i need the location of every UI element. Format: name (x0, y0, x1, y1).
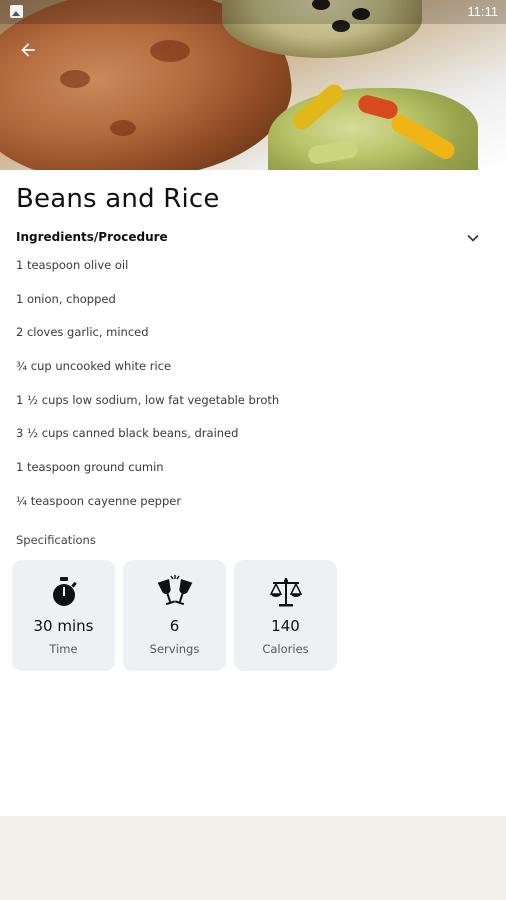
ingredient-item: 3 ½ cups canned black beans, drained (16, 426, 239, 441)
bottom-area (0, 816, 506, 900)
spec-cards: 30 mins Time 6 Servings 140 Calories (12, 560, 337, 671)
ingredient-item: 1 teaspoon ground cumin (16, 460, 164, 475)
fish-spot (60, 70, 90, 88)
stopwatch-icon (52, 577, 77, 606)
fish-spot (150, 40, 190, 62)
ingredient-item: 1 ½ cups low sodium, low fat vegetable b… (16, 392, 280, 407)
ingredient-item: 1 teaspoon olive oil (16, 258, 129, 272)
spec-label: Time (49, 642, 78, 656)
specifications-label: Specifications (16, 533, 96, 547)
spec-value: 140 (271, 617, 300, 635)
spec-label: Servings (149, 642, 200, 656)
scale-icon (269, 578, 302, 607)
spec-value: 6 (169, 617, 180, 635)
chevron-down-icon (467, 234, 479, 242)
status-time: 11:11 (467, 4, 498, 19)
spec-card-time: 30 mins Time (12, 560, 115, 671)
ingredients-section-title[interactable]: Ingredients/Procedure (16, 230, 168, 244)
image-notification-icon (10, 5, 23, 18)
vegetables-graphic (268, 80, 478, 170)
arrow-left-icon (21, 43, 35, 57)
back-button[interactable] (14, 36, 42, 64)
expand-toggle[interactable] (465, 230, 481, 244)
recipe-hero-image: 11:11 (0, 0, 506, 170)
fish-spot (110, 120, 136, 136)
wine-glasses-icon (157, 575, 192, 606)
ingredient-item: 1 onion, chopped (16, 291, 116, 306)
ingredients-list: 1 teaspoon olive oil 1 onion, chopped 2 … (16, 258, 486, 528)
recipe-title: Beans and Rice (16, 184, 220, 214)
spec-label: Calories (262, 642, 309, 656)
ingredient-item: ¼ teaspoon cayenne pepper (16, 493, 182, 508)
ingredient-item: 2 cloves garlic, minced (16, 325, 149, 340)
status-bar: 11:11 (0, 0, 506, 24)
spec-card-servings: 6 Servings (123, 560, 226, 671)
spec-card-calories: 140 Calories (234, 560, 337, 671)
ingredient-item: ¾ cup uncooked white rice (16, 359, 172, 374)
spec-value: 30 mins (33, 617, 94, 635)
